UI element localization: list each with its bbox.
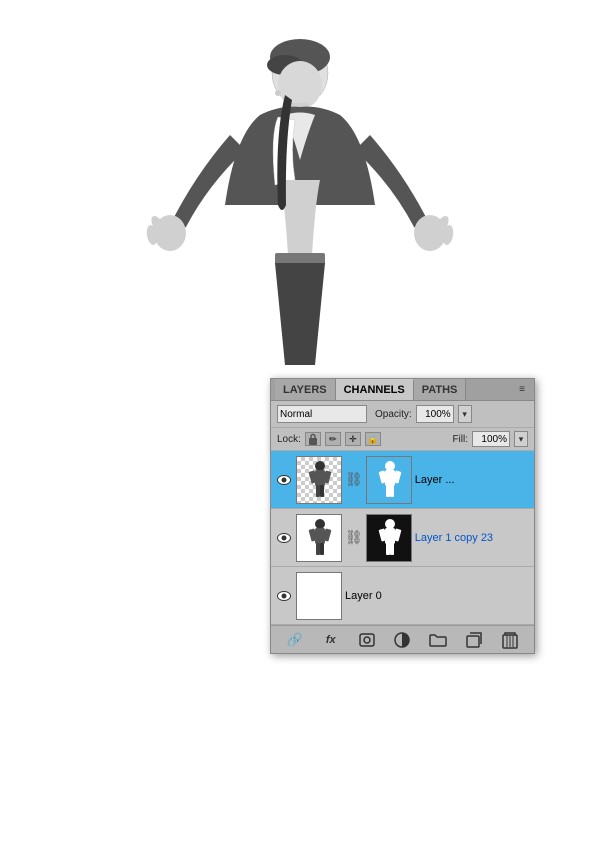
visibility-toggle-1[interactable] (275, 471, 293, 489)
thumb-layer0 (296, 572, 342, 620)
layer-name-copy: Layer 1 copy 23 (415, 532, 530, 544)
photo-area (0, 0, 600, 430)
layer-row-1[interactable]: ⛓ Layer ... (271, 451, 534, 509)
opacity-arrow[interactable]: ▾ (458, 405, 472, 423)
mask-button[interactable] (356, 630, 378, 650)
lock-position-icon[interactable]: ✛ (345, 432, 361, 446)
eye-icon-0 (277, 591, 291, 601)
delete-button[interactable] (499, 630, 521, 650)
folder-button[interactable] (427, 630, 449, 650)
panel-menu-button[interactable]: ≡ (514, 382, 530, 398)
link-button[interactable]: 🔗 (284, 630, 306, 650)
layer-row-0[interactable]: Layer 0 (271, 567, 534, 625)
lock-label: Lock: (277, 434, 301, 445)
chain-icon-1: ⛓ (345, 471, 363, 488)
lock-row: Lock: ✏ ✛ 🔒 Fill: ▾ (271, 428, 534, 451)
ps-panel: LAYERS CHANNELS PATHS ≡ Normal Multiply … (270, 378, 535, 654)
figure-svg (130, 5, 470, 425)
layer-name-0: Layer 0 (345, 590, 530, 602)
tab-layers[interactable]: LAYERS (275, 379, 336, 400)
eye-icon-1 (277, 475, 291, 485)
visibility-toggle-copy[interactable] (275, 529, 293, 547)
lock-all-icon[interactable]: 🔒 (365, 432, 381, 446)
chain-icon-copy: ⛓ (345, 529, 363, 546)
visibility-toggle-0[interactable] (275, 587, 293, 605)
opacity-input[interactable] (416, 405, 454, 423)
tab-bar: LAYERS CHANNELS PATHS ≡ (271, 379, 534, 401)
lock-transparent-icon[interactable] (305, 432, 321, 446)
new-layer-button[interactable] (463, 630, 485, 650)
blend-mode-select[interactable]: Normal Multiply Screen (277, 405, 367, 423)
thumb-layer1-mask (366, 456, 412, 504)
adjustment-button[interactable] (391, 630, 413, 650)
thumb-copy-main (296, 514, 342, 562)
layer-row-copy[interactable]: ⛓ Layer 1 copy 23 (271, 509, 534, 567)
thumb-layer1-main (296, 456, 342, 504)
blend-mode-wrapper: Normal Multiply Screen (277, 405, 367, 423)
thumb-copy-mask (366, 514, 412, 562)
fill-arrow[interactable]: ▾ (514, 431, 528, 447)
opacity-label: Opacity: (375, 409, 412, 420)
fill-input[interactable] (472, 431, 510, 447)
tab-paths[interactable]: PATHS (414, 379, 467, 400)
controls-row: Normal Multiply Screen Opacity: ▾ (271, 401, 534, 428)
fx-button[interactable]: fx (320, 630, 342, 650)
fill-label: Fill: (452, 434, 468, 445)
layers-list: ⛓ Layer ... (271, 451, 534, 625)
bottom-toolbar: 🔗 fx (271, 625, 534, 653)
tab-channels[interactable]: CHANNELS (336, 379, 414, 400)
eye-icon-copy (277, 533, 291, 543)
lock-image-icon[interactable]: ✏ (325, 432, 341, 446)
layer-name-1: Layer ... (415, 474, 530, 486)
